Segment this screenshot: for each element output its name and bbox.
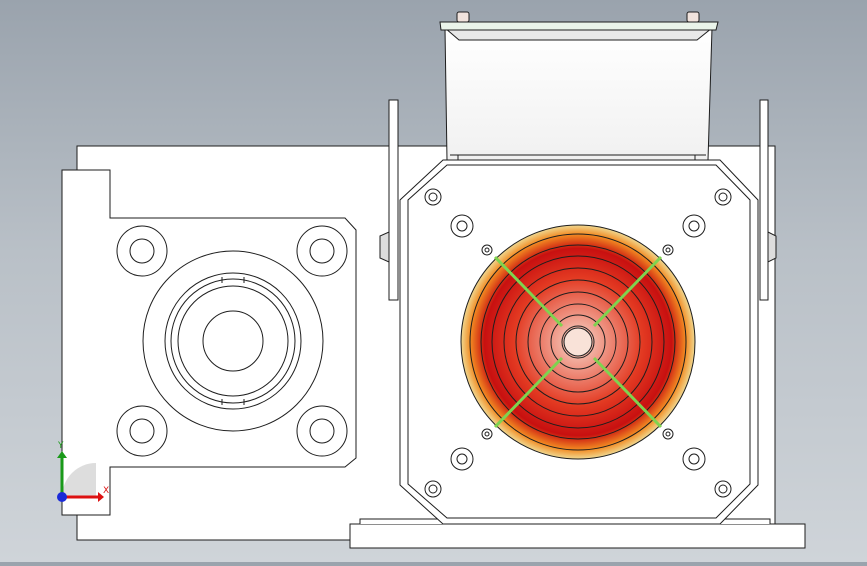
cad-viewport[interactable] — [0, 0, 867, 562]
triad-y-label: Y — [58, 441, 64, 451]
fan[interactable] — [460, 224, 696, 460]
terminal-screw-left[interactable] — [456, 11, 470, 23]
terminal-box[interactable] — [439, 11, 719, 161]
cad-drawing[interactable] — [0, 0, 867, 562]
terminal-screw-right[interactable] — [686, 11, 700, 23]
flange-bolt-bottom-left[interactable] — [116, 405, 168, 457]
flange-bolt-bottom-right[interactable] — [296, 405, 348, 457]
flange-bolt-top-right[interactable] — [296, 225, 348, 277]
triad-x-label: X — [103, 486, 110, 496]
output-shaft[interactable] — [142, 250, 324, 432]
flange-bolt-top-left[interactable] — [116, 225, 168, 277]
